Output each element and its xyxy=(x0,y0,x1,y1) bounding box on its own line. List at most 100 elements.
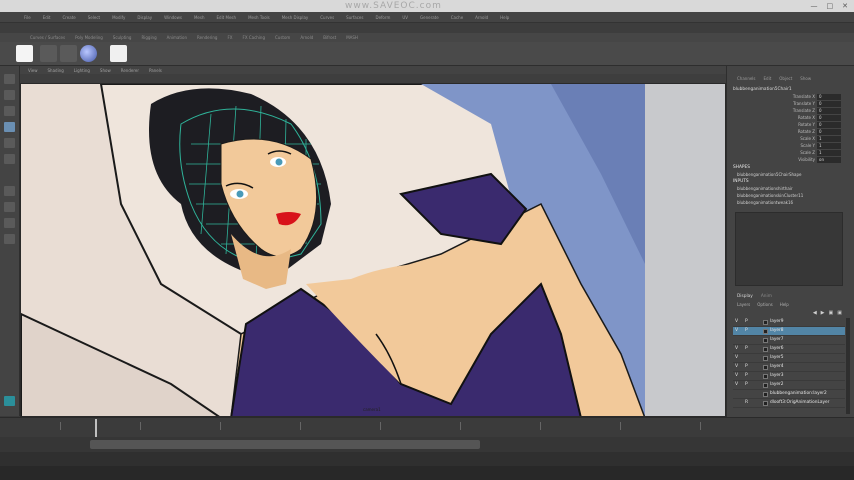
new-layer-selected-icon[interactable]: ▣ xyxy=(837,310,842,316)
close-icon[interactable]: ✕ xyxy=(842,2,848,10)
shelf-tab[interactable]: Animation xyxy=(167,35,187,40)
layer-color-swatch[interactable] xyxy=(763,401,768,406)
shelf-tab[interactable]: Arnold xyxy=(300,35,313,40)
menu-item[interactable]: Modify xyxy=(112,15,125,20)
time-slider[interactable] xyxy=(0,417,854,437)
shelf-tab[interactable]: Curves / Surfaces xyxy=(30,35,65,40)
cb-menu-item[interactable]: Object xyxy=(779,76,792,81)
attribute-row[interactable]: Rotate Z0 xyxy=(727,129,854,136)
attribute-value[interactable]: on xyxy=(817,157,841,163)
playback-toggle[interactable]: P xyxy=(745,373,748,378)
visibility-toggle[interactable]: V xyxy=(735,319,738,324)
input-item[interactable]: blubbenganimationshirthair xyxy=(737,186,793,191)
viewport-3d[interactable]: camera1 xyxy=(20,83,726,417)
node-name[interactable]: blubbenganimation5Chair1 xyxy=(733,87,792,92)
select-tool-icon[interactable] xyxy=(4,74,15,84)
layer-scrollbar[interactable] xyxy=(846,318,850,414)
shelf-tab[interactable]: Bifrost xyxy=(323,35,336,40)
move-layer-down-icon[interactable]: ▶ xyxy=(821,310,825,316)
cb-menu-item[interactable]: Show xyxy=(800,76,811,81)
menu-item[interactable]: Mesh Display xyxy=(282,15,309,20)
menu-item[interactable]: Create xyxy=(62,15,75,20)
attribute-row[interactable]: Translate Y0 xyxy=(727,101,854,108)
layer-row[interactable]: Rdlooft3:OrigAnimationLayer xyxy=(733,399,845,408)
tab-display[interactable]: Display xyxy=(737,294,753,299)
layer-row[interactable]: layer7 xyxy=(733,336,845,345)
layer-color-swatch[interactable] xyxy=(763,383,768,388)
menu-item[interactable]: Surfaces xyxy=(346,15,363,20)
menu-item[interactable]: Select xyxy=(88,15,100,20)
attribute-row[interactable]: Translate Z0 xyxy=(727,108,854,115)
scale-tool-icon[interactable] xyxy=(4,154,15,164)
new-scene-icon[interactable] xyxy=(16,45,33,62)
layer-row[interactable]: V Player2 xyxy=(733,381,845,390)
shape-item[interactable]: blubbenganimation5ChairShape xyxy=(737,172,802,177)
shelf-tab[interactable]: Sculpting xyxy=(113,35,132,40)
menu-item[interactable]: Mesh xyxy=(194,15,205,20)
minimize-icon[interactable]: — xyxy=(811,2,818,10)
visibility-toggle[interactable]: V xyxy=(735,364,738,369)
new-layer-icon[interactable]: ▣ xyxy=(829,310,834,316)
rotate-tool-icon[interactable] xyxy=(4,138,15,148)
attribute-row[interactable]: Scale Z1 xyxy=(727,150,854,157)
tab-anim[interactable]: Anim xyxy=(761,294,772,299)
attribute-row[interactable]: Translate X0 xyxy=(727,94,854,101)
visibility-toggle[interactable]: V xyxy=(735,328,738,333)
ipr-icon[interactable] xyxy=(110,45,127,62)
layer-color-swatch[interactable] xyxy=(763,320,768,325)
save-icon[interactable] xyxy=(60,45,77,62)
layout-four-icon[interactable] xyxy=(4,202,15,212)
layer-color-swatch[interactable] xyxy=(763,338,768,343)
viewport-menu-item[interactable]: Shading xyxy=(48,68,64,73)
maximize-icon[interactable]: □ xyxy=(827,2,834,10)
visibility-toggle[interactable]: V xyxy=(735,373,738,378)
viewport-menu-item[interactable]: Renderer xyxy=(121,68,139,73)
shelf-tab[interactable]: Poly Modeling xyxy=(75,35,103,40)
shelf-tab[interactable]: FX Caching xyxy=(243,35,265,40)
layer-row[interactable]: V Player6 xyxy=(733,345,845,354)
visibility-toggle[interactable]: V xyxy=(735,382,738,387)
layer-menu-item[interactable]: Help xyxy=(780,302,789,307)
cb-menu-item[interactable]: Edit xyxy=(764,76,772,81)
viewport-menu-item[interactable]: View xyxy=(28,68,38,73)
lasso-tool-icon[interactable] xyxy=(4,90,15,100)
range-slider-handle[interactable] xyxy=(90,440,480,449)
attribute-value[interactable]: 1 xyxy=(817,136,841,142)
outliner-icon[interactable] xyxy=(4,234,15,244)
layer-row[interactable]: Vlayer5 xyxy=(733,354,845,363)
playback-toggle[interactable]: P xyxy=(745,346,748,351)
input-item[interactable]: blubbenganimationtweak16 xyxy=(737,200,793,205)
layout-two-icon[interactable] xyxy=(4,218,15,228)
shelf-tab[interactable]: MASH xyxy=(346,35,358,40)
attribute-value[interactable]: 0 xyxy=(817,101,841,107)
menu-item[interactable]: UV xyxy=(402,15,408,20)
layer-color-swatch[interactable] xyxy=(763,374,768,379)
layer-row[interactable]: V Player4 xyxy=(733,363,845,372)
layer-row[interactable]: V Player9 xyxy=(733,318,845,327)
visibility-toggle[interactable]: V xyxy=(735,355,738,360)
shelf-tab[interactable]: FX xyxy=(227,35,232,40)
attribute-value[interactable]: 0 xyxy=(817,122,841,128)
attribute-value[interactable]: 0 xyxy=(817,108,841,114)
menu-item[interactable]: Cache xyxy=(451,15,463,20)
layer-row[interactable]: V Player3 xyxy=(733,372,845,381)
command-line[interactable] xyxy=(0,452,854,466)
move-tool-icon[interactable] xyxy=(4,122,15,132)
playhead[interactable] xyxy=(95,419,97,437)
layer-color-swatch[interactable] xyxy=(763,365,768,370)
viewport-menu-item[interactable]: Show xyxy=(100,68,111,73)
menu-item[interactable]: Generate xyxy=(420,15,439,20)
attribute-value[interactable]: 1 xyxy=(817,150,841,156)
playback-toggle[interactable]: R xyxy=(745,400,748,405)
menu-item[interactable]: File xyxy=(24,15,31,20)
layer-menu-item[interactable]: Options xyxy=(757,302,772,307)
menu-item[interactable]: Curves xyxy=(320,15,334,20)
render-sphere-icon[interactable] xyxy=(80,45,97,62)
attribute-row[interactable]: Rotate Y0 xyxy=(727,122,854,129)
move-layer-up-icon[interactable]: ◀ xyxy=(813,310,817,316)
menu-item[interactable]: Mesh Tools xyxy=(248,15,270,20)
menu-item[interactable]: Windows xyxy=(164,15,182,20)
viewport-menu-item[interactable]: Lighting xyxy=(74,68,90,73)
attribute-row[interactable]: Visibility on xyxy=(727,157,854,164)
layer-color-swatch[interactable] xyxy=(763,329,768,334)
